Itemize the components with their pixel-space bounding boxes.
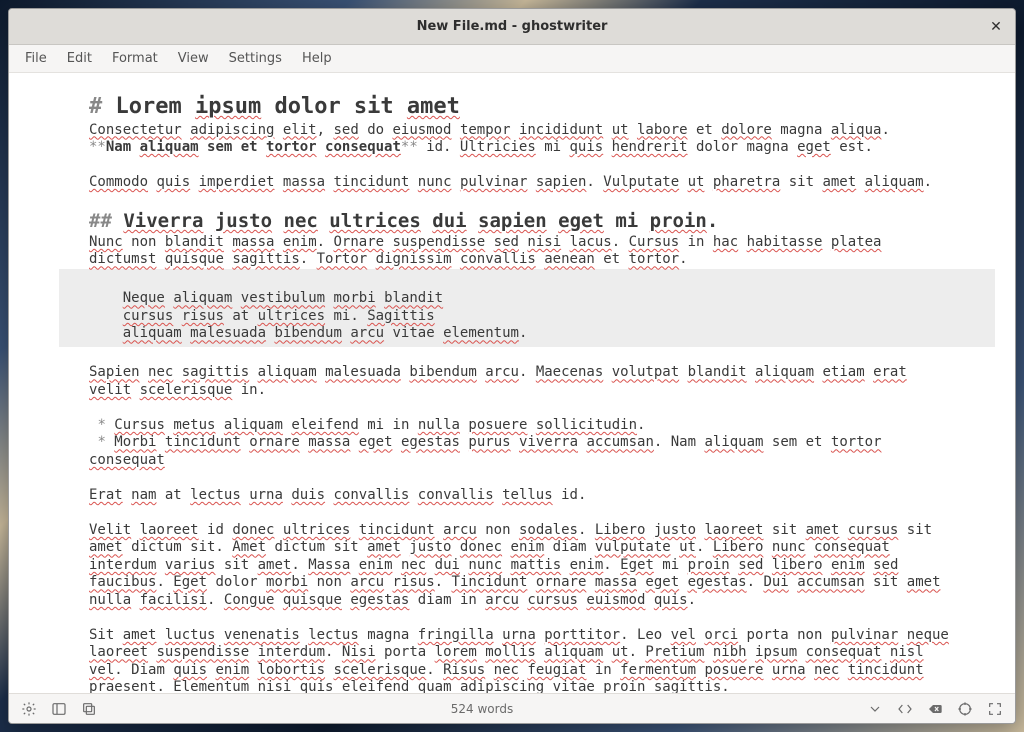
menu-help[interactable]: Help (294, 47, 340, 70)
menu-format[interactable]: Format (104, 47, 166, 70)
h1-marker: # (89, 94, 116, 119)
word-count[interactable]: 524 words (103, 702, 861, 716)
titlebar[interactable]: New File.md - ghostwriter ✕ (9, 9, 1015, 45)
editor[interactable]: # Lorem ipsum dolor sit amet Consectetur… (9, 73, 1015, 693)
editor-area: # Lorem ipsum dolor sit amet Consectetur… (9, 73, 1015, 693)
menu-view[interactable]: View (170, 47, 217, 70)
menu-settings[interactable]: Settings (221, 47, 290, 70)
menubar: File Edit Format View Settings Help (9, 45, 1015, 73)
window-title: New File.md - ghostwriter (417, 19, 608, 34)
chevron-down-icon[interactable] (861, 697, 889, 721)
target-icon[interactable] (951, 697, 979, 721)
menu-file[interactable]: File (17, 47, 55, 70)
backspace-icon[interactable] (921, 697, 949, 721)
statusbar: 524 words (9, 693, 1015, 723)
close-button[interactable]: ✕ (985, 16, 1007, 38)
fullscreen-icon[interactable] (981, 697, 1009, 721)
app-window: New File.md - ghostwriter ✕ File Edit Fo… (8, 8, 1016, 724)
gear-icon[interactable] (15, 697, 43, 721)
sidebar-icon[interactable] (45, 697, 73, 721)
code-icon[interactable] (891, 697, 919, 721)
menu-edit[interactable]: Edit (59, 47, 100, 70)
copy-icon[interactable] (75, 697, 103, 721)
code-block: Neque aliquam vestibulum morbi blandit c… (59, 269, 995, 347)
